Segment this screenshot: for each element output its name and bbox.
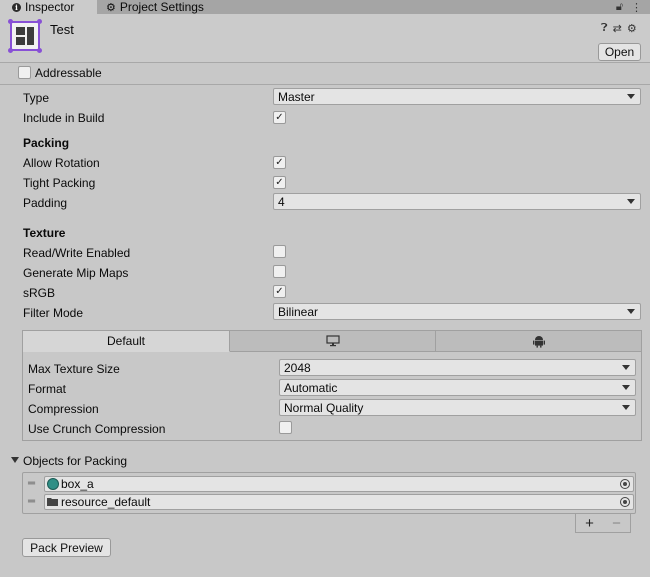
- presets-icon[interactable]: ⇄: [613, 22, 622, 35]
- folder-icon: [47, 498, 58, 506]
- remove-icon[interactable]: −: [612, 515, 621, 532]
- gear-icon: ⚙: [106, 1, 116, 14]
- texture-header: Texture: [23, 226, 66, 240]
- allow-rotation-checkbox[interactable]: ✓: [273, 156, 286, 169]
- list-add-remove: + −: [575, 514, 631, 533]
- tab-inspector[interactable]: i Inspector: [0, 0, 97, 14]
- help-icon[interactable]: ❓︎: [601, 22, 608, 35]
- sprite-atlas-icon: [8, 19, 42, 53]
- max-texture-size-label: Max Texture Size: [28, 362, 120, 376]
- allow-rotation-label: Allow Rotation: [23, 156, 100, 170]
- header-divider: [0, 62, 650, 63]
- tab-project-settings-label: Project Settings: [119, 0, 204, 14]
- filter-mode-value: Bilinear: [278, 304, 319, 319]
- chevron-down-icon: [627, 309, 635, 314]
- compression-value: Normal Quality: [284, 400, 364, 415]
- more-menu-icon[interactable]: ⋮: [631, 1, 642, 14]
- object-picker-icon[interactable]: [620, 497, 630, 507]
- checkmark-icon: ✓: [275, 156, 284, 168]
- packing-header: Packing: [23, 136, 70, 150]
- padding-value: 4: [278, 194, 285, 209]
- crunch-compression-checkbox[interactable]: [279, 421, 292, 434]
- object-name: resource_default: [61, 495, 151, 509]
- asset-title: Test: [50, 22, 74, 37]
- max-texture-size-value: 2048: [284, 360, 311, 375]
- add-icon[interactable]: +: [585, 515, 594, 532]
- chevron-down-icon: [627, 94, 635, 99]
- checkmark-icon: ✓: [275, 285, 284, 297]
- format-label: Format: [28, 382, 67, 396]
- include-in-build-label: Include in Build: [23, 111, 105, 125]
- padding-dropdown[interactable]: 4: [273, 193, 641, 210]
- read-write-checkbox[interactable]: [273, 245, 286, 258]
- pack-preview-button[interactable]: Pack Preview: [22, 538, 111, 557]
- tab-actions: 🔓︎ ⋮: [616, 0, 642, 14]
- filter-mode-dropdown[interactable]: Bilinear: [273, 303, 641, 320]
- type-label: Type: [23, 91, 50, 105]
- chevron-down-icon: [627, 199, 635, 204]
- object-picker-icon[interactable]: [620, 479, 630, 489]
- include-in-build-checkbox[interactable]: ✓: [273, 111, 286, 124]
- gear-icon[interactable]: ⚙: [627, 22, 637, 35]
- chevron-down-icon: [622, 405, 630, 410]
- mip-maps-label: Generate Mip Maps: [23, 266, 129, 280]
- srgb-checkbox[interactable]: ✓: [273, 285, 286, 298]
- format-dropdown[interactable]: Automatic: [279, 379, 636, 396]
- foldout-arrow-icon[interactable]: [11, 457, 19, 463]
- sprite-icon: [47, 478, 59, 490]
- srgb-label: sRGB: [23, 286, 56, 300]
- compression-dropdown[interactable]: Normal Quality: [279, 399, 636, 416]
- tab-platform-standalone[interactable]: [230, 331, 436, 352]
- filter-mode-label: Filter Mode: [23, 306, 84, 320]
- padding-label: Padding: [23, 196, 68, 210]
- mip-maps-checkbox[interactable]: [273, 265, 286, 278]
- addressable-label: Addressable: [35, 66, 102, 80]
- tab-platform-android[interactable]: [436, 331, 641, 352]
- drag-handle-icon[interactable]: ═: [28, 478, 35, 489]
- object-name: box_a: [61, 477, 94, 491]
- type-value: Master: [278, 89, 315, 104]
- chevron-down-icon: [622, 385, 630, 390]
- tight-packing-checkbox[interactable]: ✓: [273, 176, 286, 189]
- addressable-checkbox[interactable]: [18, 66, 31, 79]
- tab-platform-default-label: Default: [106, 334, 146, 348]
- tight-packing-label: Tight Packing: [23, 176, 96, 190]
- drag-handle-icon[interactable]: ═: [28, 496, 35, 507]
- max-texture-size-dropdown[interactable]: 2048: [279, 359, 636, 376]
- inspector-header: [0, 14, 650, 62]
- lock-icon[interactable]: 🔓︎: [616, 1, 623, 14]
- chevron-down-icon: [622, 365, 630, 370]
- read-write-label: Read/Write Enabled: [23, 246, 131, 260]
- crunch-compression-label: Use Crunch Compression: [28, 422, 166, 436]
- header-icons: ❓︎ ⇄ ⚙: [601, 22, 637, 35]
- info-icon: i: [12, 2, 21, 12]
- object-field-box-a[interactable]: box_a: [44, 476, 634, 492]
- tab-platform-default[interactable]: Default: [23, 331, 230, 352]
- tab-project-settings[interactable]: ⚙ Project Settings: [97, 0, 227, 14]
- section-divider: [0, 84, 650, 85]
- checkmark-icon: ✓: [275, 111, 284, 123]
- checkmark-icon: ✓: [275, 176, 284, 188]
- format-value: Automatic: [284, 380, 338, 395]
- type-dropdown[interactable]: Master: [273, 88, 641, 105]
- monitor-icon: [325, 335, 340, 347]
- tab-inspector-label: Inspector: [25, 0, 75, 14]
- compression-label: Compression: [28, 402, 99, 416]
- open-button[interactable]: Open: [598, 43, 641, 61]
- android-icon: [532, 335, 545, 348]
- objects-for-packing-header[interactable]: Objects for Packing: [23, 454, 127, 468]
- object-field-resource-default[interactable]: resource_default: [44, 494, 634, 510]
